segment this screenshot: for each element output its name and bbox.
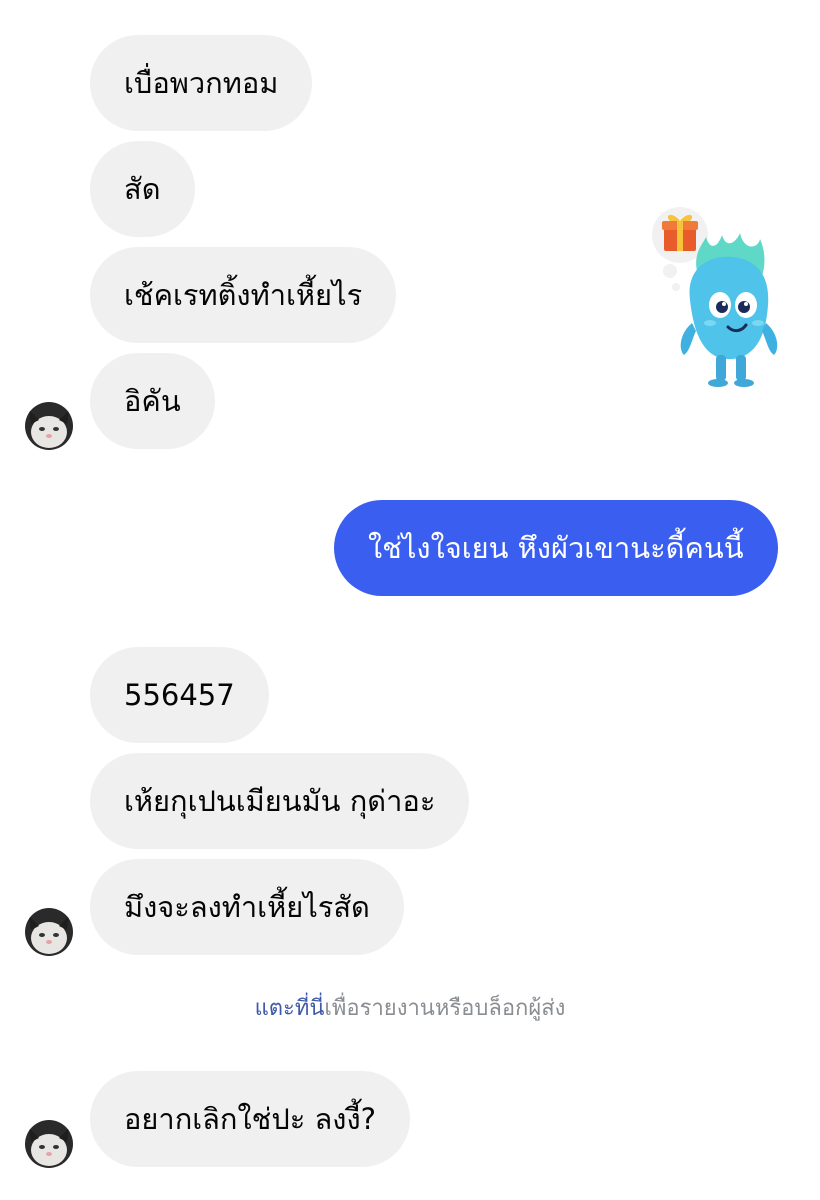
message-bubble-incoming[interactable]: มึงจะลงทำเหี้ยไรสัด bbox=[90, 859, 404, 955]
message-bubble-incoming[interactable]: เห้ยกุเปนเมียนมัน กุด่าอะ bbox=[90, 753, 470, 849]
gift-monster-sticker-icon bbox=[652, 207, 778, 387]
message-bubble-incoming[interactable]: อยากเลิกใช่ปะ ลงงี้? bbox=[90, 1071, 411, 1167]
message-bubble-incoming[interactable]: อิคัน bbox=[90, 353, 215, 449]
sender-avatar[interactable] bbox=[25, 1120, 73, 1168]
cat-avatar-icon bbox=[25, 402, 73, 450]
report-block-notice: แตะที่นี่เพื่อรายงานหรือบล็อกผู้ส่ง bbox=[0, 990, 820, 1025]
cat-avatar-icon bbox=[25, 1120, 73, 1168]
monster-gift-sticker[interactable] bbox=[640, 205, 790, 390]
message-bubble-incoming[interactable]: เช้คเรทติ้งทำเหี้ยไร bbox=[90, 247, 397, 343]
cat-avatar-icon bbox=[25, 908, 73, 956]
tap-here-link[interactable]: แตะที่นี่ bbox=[255, 996, 325, 1021]
message-bubble-outgoing[interactable]: ใช่ไงใจเยน หึงผัวเขานะดี้คนนี้ bbox=[334, 500, 778, 596]
message-bubble-incoming[interactable]: 556457 bbox=[90, 647, 269, 743]
message-bubble-incoming[interactable]: สัด bbox=[90, 141, 195, 237]
sender-avatar[interactable] bbox=[25, 402, 73, 450]
message-bubble-incoming[interactable]: เบื่อพวกทอม bbox=[90, 35, 313, 131]
report-block-text: เพื่อรายงานหรือบล็อกผู้ส่ง bbox=[324, 996, 566, 1021]
sender-avatar[interactable] bbox=[25, 908, 73, 956]
